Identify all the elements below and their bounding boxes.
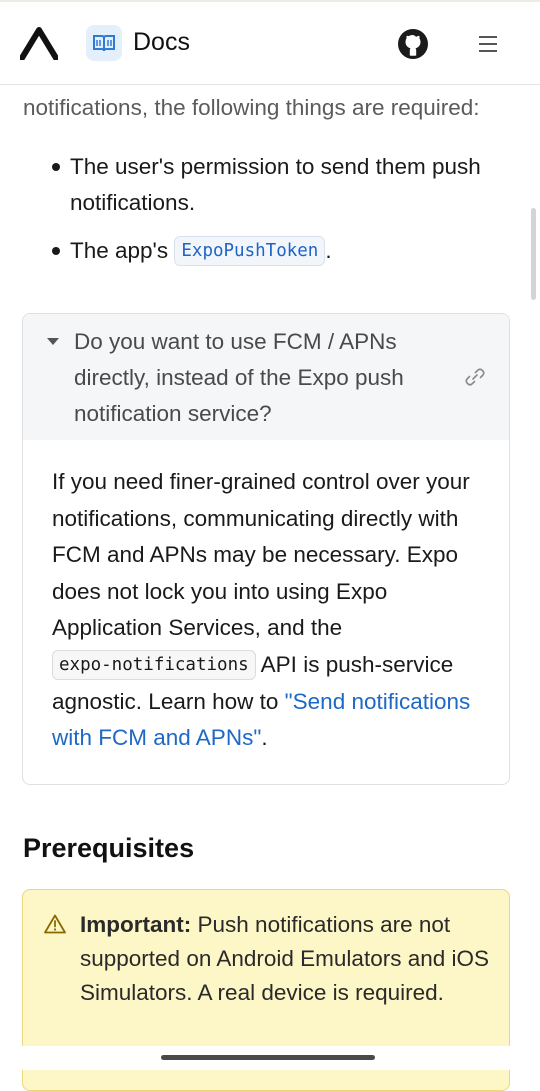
bullet-item-permission: The user's permission to send them push … bbox=[70, 154, 481, 215]
bullet-punctuation: . bbox=[325, 238, 332, 263]
expo-push-token-code[interactable]: ExpoPushToken bbox=[174, 236, 326, 266]
prerequisites-heading: Prerequisites bbox=[23, 833, 195, 863]
link-icon[interactable] bbox=[464, 366, 486, 388]
details-body-text: If you need finer-grained control over y… bbox=[52, 469, 470, 641]
page-scrollbar[interactable] bbox=[531, 208, 536, 300]
fcm-apns-details-box: Do you want to use FCM / APNs directly, … bbox=[22, 313, 510, 785]
docs-badge[interactable] bbox=[86, 25, 122, 61]
intro-paragraph: notifications, the following things are … bbox=[23, 95, 480, 120]
caret-down-icon[interactable] bbox=[47, 338, 59, 346]
bullet-dot bbox=[52, 163, 60, 171]
details-summary[interactable]: Do you want to use FCM / APNs directly, … bbox=[23, 314, 509, 440]
docs-title[interactable]: Docs bbox=[133, 28, 190, 57]
bullet-dot bbox=[52, 247, 60, 255]
warning-icon bbox=[44, 914, 66, 934]
top-navigation-bar: Docs bbox=[0, 2, 540, 85]
book-icon bbox=[93, 35, 115, 52]
expo-notifications-code[interactable]: expo-notifications bbox=[52, 649, 256, 680]
bullet-item-push-token: The app's ExpoPushToken. bbox=[70, 233, 490, 269]
details-body-end: . bbox=[261, 725, 268, 751]
bullet-text: The app's bbox=[70, 238, 169, 263]
callout-text: Important: Push notifications are not su… bbox=[80, 908, 490, 1010]
callout-label: Important: bbox=[80, 912, 192, 937]
details-summary-text[interactable]: Do you want to use FCM / APNs directly, … bbox=[74, 324, 454, 432]
details-body: If you need finer-grained control over y… bbox=[52, 464, 492, 757]
github-icon[interactable] bbox=[397, 28, 429, 60]
hamburger-menu-icon[interactable] bbox=[478, 34, 498, 54]
expo-logo-icon[interactable] bbox=[20, 26, 58, 60]
home-indicator[interactable] bbox=[161, 1055, 375, 1060]
